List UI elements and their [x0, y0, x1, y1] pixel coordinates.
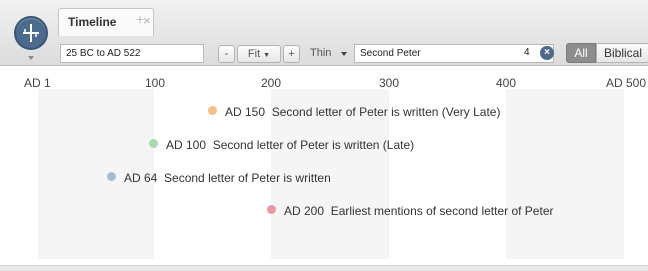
result-count: 4	[524, 47, 530, 58]
timeline-event[interactable]: AD 150 Second letter of Peter is written…	[208, 104, 500, 119]
chevron-down-icon[interactable]	[28, 56, 34, 60]
event-date: AD 150	[225, 104, 266, 119]
zoom-in-button[interactable]: +	[283, 45, 300, 63]
timeline-event[interactable]: AD 100 Second letter of Peter is written…	[149, 137, 414, 152]
event-date: AD 100	[166, 137, 207, 152]
event-dot	[107, 172, 116, 182]
axis-tick: 300	[379, 76, 400, 90]
axis-tick: 100	[145, 76, 166, 90]
event-title: Earliest mentions of second letter of Pe…	[330, 203, 554, 218]
zoom-out-button[interactable]: -	[218, 45, 235, 63]
event-date: AD 200	[284, 203, 325, 218]
new-tab-icon[interactable]: +	[136, 11, 144, 27]
axis-tick: 200	[261, 76, 282, 90]
event-date: AD 64	[124, 170, 158, 185]
axis-tick: AD 1	[24, 76, 51, 90]
timeline-axis: AD 1 100 200 300 400 AD 500	[0, 67, 648, 90]
event-dot	[149, 139, 158, 149]
timeline-event[interactable]: AD 64 Second letter of Peter is written	[107, 170, 331, 185]
event-dot	[267, 205, 276, 215]
thickness-dropdown[interactable]: Thin	[310, 47, 331, 59]
app-menu-logo-icon[interactable]	[14, 16, 48, 50]
century-band	[506, 89, 624, 259]
toolbar: Timeline × + 25 BC to AD 522 - Fit ▼ + Th…	[0, 0, 648, 66]
filter-biblical-button[interactable]: Biblical	[596, 43, 648, 63]
tab-title: Timeline	[68, 15, 117, 29]
chevron-down-icon[interactable]	[341, 52, 347, 56]
chevron-down-icon: ▼	[263, 52, 271, 59]
axis-tick: AD 500	[606, 76, 647, 90]
horizontal-scrollbar[interactable]	[0, 265, 648, 271]
date-range-input[interactable]: 25 BC to AD 522	[60, 44, 204, 63]
fit-label: Fit	[247, 48, 261, 60]
timeline-event[interactable]: AD 200 Earliest mentions of second lette…	[267, 203, 553, 218]
fit-dropdown[interactable]: Fit ▼	[237, 45, 281, 63]
filter-all-button[interactable]: All	[566, 43, 596, 63]
clear-search-icon[interactable]: ×	[540, 46, 554, 60]
event-title: Second letter of Peter is written (Late)	[212, 137, 415, 152]
event-title: Second letter of Peter is written	[164, 170, 331, 185]
axis-tick: 400	[496, 76, 517, 90]
event-title: Second letter of Peter is written (Very …	[271, 104, 501, 119]
event-dot	[208, 106, 217, 116]
